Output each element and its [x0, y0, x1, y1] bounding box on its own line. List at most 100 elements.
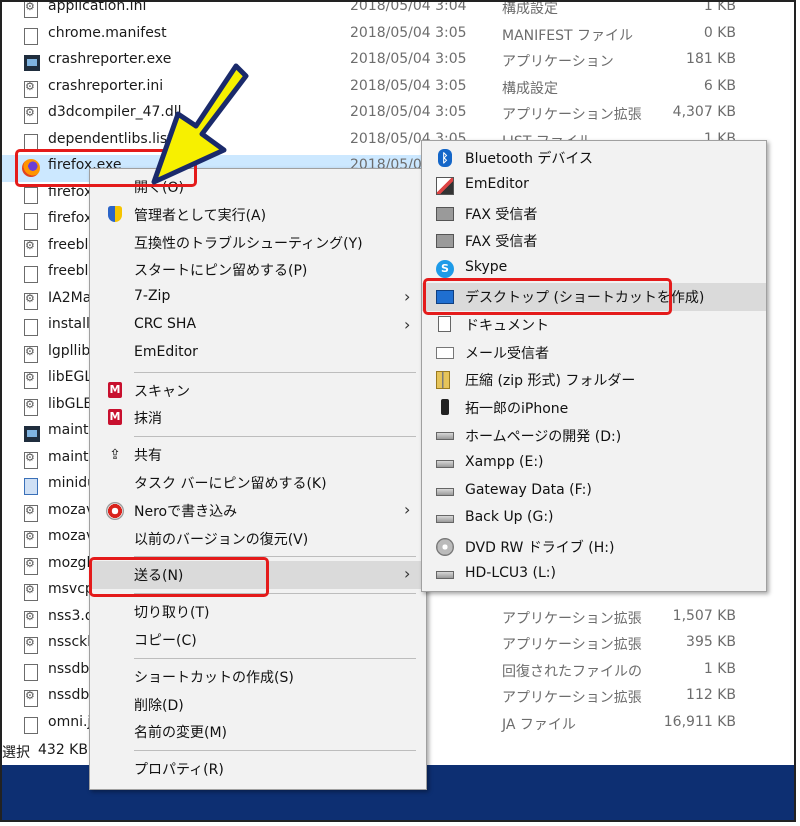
iphone-icon [441, 399, 449, 416]
menu-separator [134, 371, 416, 373]
menu-item-label: 共有 [134, 448, 162, 465]
context-menu-item[interactable]: 7-Zip › [90, 284, 426, 312]
send-to-item[interactable]: DVD RW ドライブ (H:) [422, 533, 766, 561]
menu-item-label: 管理者として実行(A) [134, 207, 267, 224]
send-to-item[interactable]: 圧縮 (zip 形式) フォルダー [422, 366, 766, 394]
send-to-item[interactable]: デスクトップ (ショートカットを作成) [422, 283, 766, 311]
share-icon: ⇪ [109, 447, 121, 464]
menu-item-label: 名前の変更(M) [134, 725, 228, 742]
chevron-right-icon: › [404, 315, 411, 334]
menu-item-label: スキャン [134, 383, 190, 400]
context-menu-item[interactable]: 互換性のトラブルシューティング(Y) [90, 229, 426, 257]
file-name: firefox [48, 210, 93, 226]
dll-file-icon [24, 636, 38, 654]
file-type: JA ファイル [502, 716, 576, 733]
context-menu-item[interactable]: ショートカットの作成(S) [90, 663, 426, 691]
file-type: アプリケーション拡張 [502, 107, 642, 123]
send-to-item[interactable]: Gateway Data (F:) [422, 478, 766, 506]
file-row[interactable]: crashreporter.exe 2018/05/04 3:05 アプリケーション… [2, 49, 762, 76]
send-to-item[interactable]: EmEditor [422, 172, 766, 200]
file-name: omni.j [48, 713, 92, 730]
context-menu-item[interactable]: 削除(D) [90, 691, 426, 719]
file-name: install. [48, 316, 95, 332]
file-name: lgpllib [48, 342, 91, 359]
menu-item-label: コピー(C) [134, 633, 197, 649]
status-selected-label: 選択 [2, 745, 30, 761]
file-type: アプリケーション拡張 [502, 690, 642, 706]
context-menu-item[interactable]: ⇪ 共有 [90, 441, 426, 469]
gear-file-icon [24, 80, 38, 98]
menu-item-label: 以前のバージョンの復元(V) [134, 531, 309, 548]
app-file-icon [24, 426, 40, 442]
menu-separator [134, 436, 416, 438]
context-menu-item[interactable]: 以前のバージョンの復元(V) [90, 525, 426, 553]
send-to-item[interactable]: S Skype [422, 255, 766, 283]
context-menu-item[interactable]: コピー(C) [90, 626, 426, 654]
context-menu-item[interactable]: EmEditor [90, 340, 426, 368]
menu-item-label: Back Up (G:) [465, 509, 554, 526]
dll-file-icon [24, 610, 38, 628]
file-file-icon [24, 716, 38, 734]
send-to-item[interactable]: FAX 受信者 [422, 227, 766, 255]
menu-item-label: プロパティ(R) [134, 762, 224, 779]
file-size: 181 KB [686, 51, 736, 67]
send-to-item[interactable]: メール受信者 [422, 339, 766, 367]
send-to-item[interactable]: 拓一郎のiPhone [422, 394, 766, 422]
file-row[interactable]: crashreporter.ini2018/05/04 3:05構成設定6 KB [2, 76, 762, 103]
context-menu-item[interactable]: スタートにピン留めする(P) [90, 256, 426, 284]
context-menu-item[interactable]: 送る(N) › [90, 561, 426, 590]
menu-item-label: 切り取り(T) [134, 605, 210, 622]
file-type: 構成設定 [502, 1, 558, 17]
file-file-icon [24, 266, 38, 283]
context-menu-item[interactable]: Neroで書き込み › [90, 497, 426, 525]
file-size: 6 KB [703, 77, 736, 94]
context-menu-item[interactable]: M 抹消 [90, 404, 426, 432]
file-type: アプリケーション拡張 [502, 637, 642, 653]
send-to-item[interactable]: ドキュメント [422, 311, 766, 339]
context-menu-item[interactable]: タスク バーにピン留めする(K) [90, 469, 426, 497]
file-name: libGLE [48, 395, 93, 412]
app-file-icon [24, 55, 40, 71]
send-to-item[interactable]: ᛒ Bluetooth デバイス [422, 144, 766, 172]
drive-icon [436, 459, 454, 468]
send-to-item[interactable]: Xampp (E:) [422, 450, 766, 478]
file-name: msvcp [48, 581, 94, 597]
context-menu-item[interactable]: M スキャン [90, 377, 426, 405]
dll-file-icon [24, 106, 38, 124]
context-menu-item[interactable]: 管理者として実行(A) [90, 201, 426, 229]
send-to-submenu: ᛒ Bluetooth デバイス EmEditor FAX 受信者 FAX 受信者 S Sk… [421, 140, 767, 592]
shield-icon [108, 205, 122, 222]
file-name: IA2Ma [48, 289, 92, 306]
chevron-right-icon: › [404, 564, 411, 584]
fax-icon [436, 206, 454, 221]
context-menu-item[interactable]: CRC SHA › [90, 312, 426, 340]
file-size: 1 KB [703, 660, 736, 677]
file-name: mozgl [48, 554, 91, 571]
file-file-icon [24, 186, 38, 204]
file-date: 2018/05/04 3:05 [350, 104, 467, 120]
chevron-right-icon: › [404, 287, 411, 307]
file-name: application.ini [48, 0, 147, 14]
file-file-icon [24, 27, 38, 45]
file-type: アプリケーション [502, 54, 614, 70]
file-row[interactable]: application.ini 2018/05/04 3:04 構成設定 1 KB [2, 0, 762, 23]
drive-icon [436, 432, 454, 440]
send-to-item[interactable]: FAX 受信者 [422, 200, 766, 228]
send-to-item[interactable]: ホームページの開発 (D:) [422, 422, 766, 450]
menu-item-label: 送る(N) [134, 568, 184, 585]
context-menu-item[interactable]: 切り取り(T) [90, 598, 426, 626]
menu-item-label: FAX 受信者 [465, 234, 538, 251]
send-to-item[interactable]: HD-LCU3 (L:) [422, 561, 766, 589]
context-menu-item[interactable]: プロパティ(R) [90, 755, 426, 783]
menu-item-label: DVD RW ドライブ (H:) [465, 540, 615, 557]
file-name: libEGL [48, 369, 93, 385]
context-menu-item[interactable]: 名前の変更(M) [90, 718, 426, 746]
send-to-item[interactable]: Back Up (G:) [422, 505, 766, 533]
file-name: nss3.d [48, 607, 94, 624]
mail-icon [436, 346, 454, 359]
file-row[interactable]: chrome.manifest 2018/05/04 3:05 MANIFEST フ… [2, 23, 762, 50]
menu-item-label: デスクトップ (ショートカットを作成) [465, 290, 705, 306]
dll-file-icon [24, 557, 38, 575]
file-type: 回復されたファイルの [502, 663, 642, 680]
file-row[interactable]: d3dcompiler_47.dll2018/05/04 3:05アプリケーショ… [2, 102, 762, 129]
